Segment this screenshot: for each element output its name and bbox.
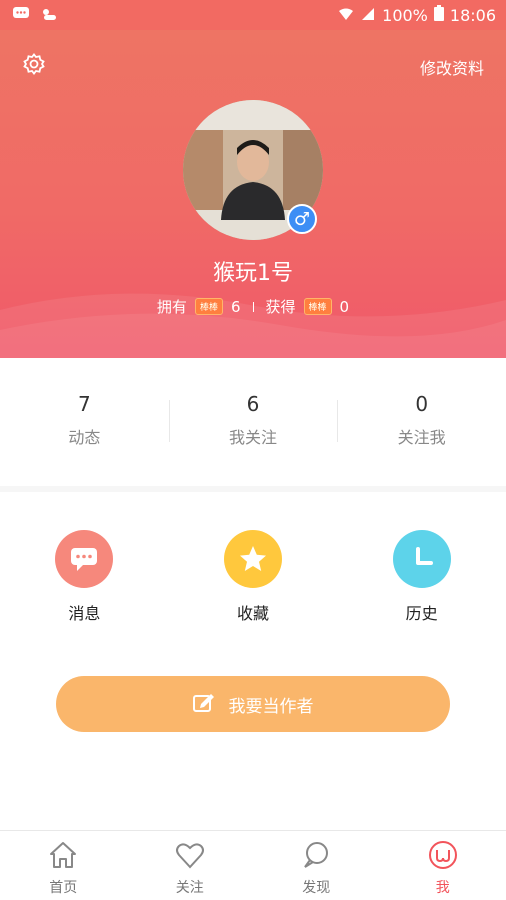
tab-discover[interactable]: 发现 [253,831,380,900]
tab-me-label: 我 [435,880,450,896]
bottom-tab-bar: 首页 关注 发现 我 [0,830,506,900]
gain-coin-tag: 棒棒 [303,298,332,315]
become-author-label: 我要当作者 [228,696,314,717]
followers-number: 0 [415,392,429,416]
clock-icon [392,530,451,588]
tab-me[interactable]: 我 [380,831,506,900]
status-bar: 100% 18:06 [0,0,506,30]
posts-label: 动态 [68,428,101,447]
favorites-label: 收藏 [237,604,270,623]
posts-number: 7 [77,392,91,416]
divider [252,301,254,312]
battery-icon [433,5,444,25]
wifi-icon [338,6,354,25]
messages-entry[interactable]: 消息 [0,530,169,624]
favorites-entry[interactable]: 收藏 [169,530,338,624]
own-count: 6 [230,297,241,316]
gain-count: 0 [339,297,350,316]
messages-label: 消息 [68,604,101,623]
gain-label: 获得 [265,298,296,316]
following-number: 6 [246,392,260,416]
tab-follow-label: 关注 [175,880,204,896]
tab-follow[interactable]: 关注 [127,831,254,900]
followers-count[interactable]: 0 关注我 [337,358,506,486]
star-icon [224,530,282,588]
clock-time: 18:06 [449,5,496,25]
home-icon [0,839,127,875]
me-icon [380,839,506,875]
profile-header: 修改资料 ♂ 猴玩1号 拥有 棒棒 6 获得 棒棒 0 [0,30,506,358]
signal-icon [360,6,376,25]
gender-male-icon: ♂ [287,204,317,234]
heart-icon [127,839,254,875]
weather-icon [40,6,58,22]
tab-discover-label: 发现 [302,880,331,896]
follow-stats: 7 动态 6 我关注 0 关注我 [0,358,506,486]
tab-home-label: 首页 [49,880,78,896]
coin-stats: 拥有 棒棒 6 获得 棒棒 0 [0,296,506,317]
section-gap [0,486,506,492]
history-entry[interactable]: 历史 [337,530,506,624]
message-icon [12,6,30,22]
settings-gear-icon[interactable] [22,52,46,76]
discover-icon [253,839,380,875]
own-label: 拥有 [156,298,187,316]
following-label: 我关注 [229,428,278,447]
followers-label: 关注我 [397,428,446,447]
battery-percent: 100% [382,5,428,25]
message-bubble-icon [55,530,114,588]
quick-entries: 消息 收藏 历史 [0,530,506,624]
edit-profile-button[interactable]: 修改资料 [420,55,484,79]
posts-count[interactable]: 7 动态 [0,358,169,486]
edit-pen-icon [192,691,215,718]
following-count[interactable]: 6 我关注 [168,358,338,486]
own-coin-tag: 棒棒 [194,298,223,315]
become-author-button[interactable]: 我要当作者 [56,676,450,732]
tab-home[interactable]: 首页 [0,831,127,900]
nickname: 猴玩1号 [213,261,293,286]
history-label: 历史 [405,604,438,623]
